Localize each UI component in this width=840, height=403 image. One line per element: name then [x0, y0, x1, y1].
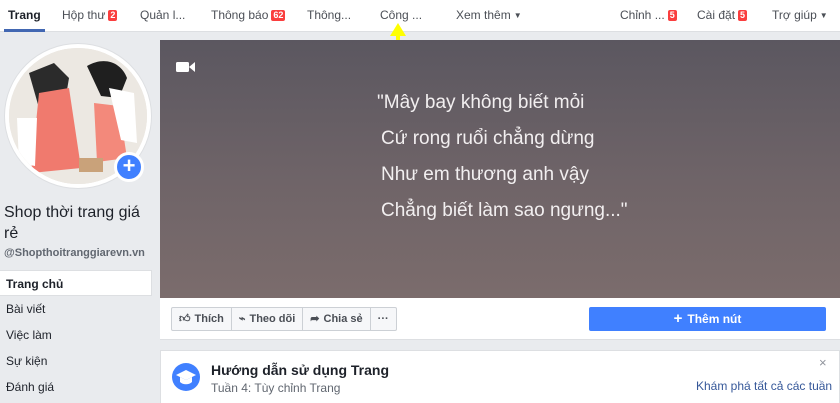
tab-trang-label: Trang [8, 8, 41, 22]
thumbs-up-icon: 👍︎ [179, 313, 191, 325]
tab-trang[interactable]: Trang [4, 0, 45, 32]
plus-icon: + [673, 310, 683, 327]
menu-item-viec-lam[interactable]: Việc làm [0, 322, 152, 348]
share-label: Chia sẻ [323, 313, 363, 325]
cover-poem: "Mây bay không biết mỏi Cứ rong ruổi chẳ… [377, 85, 628, 229]
menu-item-trang-chu[interactable]: Trang chủ [0, 270, 152, 296]
rss-icon: ⌁ [238, 313, 246, 325]
chinh-sua-badge: 5 [667, 10, 677, 21]
action-bar: 👍︎ Thích ⌁ Theo dõi ➦ Chia sẻ ··· + Thêm nút [160, 298, 840, 340]
video-camera-icon [176, 62, 195, 72]
close-icon[interactable]: × [819, 355, 827, 370]
tab-quan-ly-label: Quản l... [140, 8, 186, 22]
tab-cai-dat[interactable]: Cài đặt 5 [697, 0, 748, 32]
page-guide-card: Hướng dẫn sử dụng Trang Tuần 4: Tùy chỉn… [160, 350, 840, 403]
page-actions: 👍︎ Thích ⌁ Theo dõi ➦ Chia sẻ ··· [171, 307, 397, 331]
page-title: Shop thời trang giá rẻ [4, 204, 140, 242]
add-photo-button[interactable]: + [114, 152, 144, 182]
chevron-down-icon: ▼ [819, 11, 828, 20]
like-button[interactable]: 👍︎ Thích [172, 308, 232, 330]
follow-label: Theo dõi [249, 313, 296, 325]
more-options-button[interactable]: ··· [371, 308, 396, 330]
tab-cai-dat-label: Cài đặt [697, 8, 736, 22]
chevron-down-icon: ▼ [513, 11, 522, 20]
tab-tro-giup-label: Trợ giúp [772, 8, 817, 22]
cover-line: "Mây bay không biết mỏi [377, 92, 585, 113]
menu-item-bai-viet[interactable]: Bài viết [0, 296, 152, 322]
tab-xem-them[interactable]: Xem thêm ▼ [456, 0, 522, 32]
add-button-label: Thêm nút [687, 312, 742, 326]
follow-button[interactable]: ⌁ Theo dõi [232, 308, 304, 330]
page-handle[interactable]: @Shopthoitranggiarevn.vn [4, 247, 145, 259]
page-top-nav: Trang Hộp thư 2 Quản l... Thông báo 62 Thô… [0, 0, 840, 32]
cover-line: Như em thương anh vậy [381, 164, 589, 185]
guide-subtitle: Tuần 4: Tùy chỉnh Trang [211, 381, 341, 395]
tab-thong-bao-label: Thông báo [211, 8, 269, 22]
tab-cong-cu-label: Công ... [380, 8, 423, 22]
tab-tro-giup[interactable]: Trợ giúp ▼ [772, 0, 828, 32]
cover-line: Chẳng biết làm sao ngưng..." [381, 200, 628, 221]
tab-quan-ly[interactable]: Quản l... [140, 0, 185, 32]
tab-thong-ke-label: Thông... [307, 8, 352, 22]
thong-bao-badge: 62 [271, 10, 286, 21]
guide-title: Hướng dẫn sử dụng Trang [211, 362, 390, 378]
menu-item-danh-gia[interactable]: Đánh giá [0, 374, 152, 400]
explore-weeks-link[interactable]: Khám phá tất cả các tuần [696, 379, 832, 393]
menu-item-su-kien[interactable]: Sự kiện [0, 348, 152, 374]
cover-line: Cứ rong ruổi chẳng dừng [381, 128, 595, 149]
tab-chinh-sua-label: Chỉnh ... [620, 8, 665, 22]
tab-xem-them-label: Xem thêm [456, 8, 511, 22]
tab-thong-ke[interactable]: Thông... [307, 0, 351, 32]
share-button[interactable]: ➦ Chia sẻ [303, 308, 371, 330]
left-menu: Trang chủ Bài viết Việc làm Sự kiện Đánh… [0, 270, 152, 400]
add-button[interactable]: + Thêm nút [589, 307, 826, 331]
share-arrow-icon: ➦ [310, 313, 320, 325]
more-options-icon: ··· [377, 313, 389, 325]
hop-thu-badge: 2 [108, 10, 118, 21]
cai-dat-badge: 5 [738, 10, 748, 21]
graduation-cap-icon [172, 363, 200, 391]
tab-chinh-sua[interactable]: Chỉnh ... 5 [620, 0, 677, 32]
tab-thong-bao[interactable]: Thông báo 62 [211, 0, 286, 32]
like-label: Thích [194, 313, 224, 325]
cover-video[interactable]: "Mây bay không biết mỏi Cứ rong ruổi chẳ… [160, 40, 840, 298]
tab-hop-thu[interactable]: Hộp thư 2 [62, 0, 118, 32]
tab-hop-thu-label: Hộp thư [62, 8, 106, 22]
